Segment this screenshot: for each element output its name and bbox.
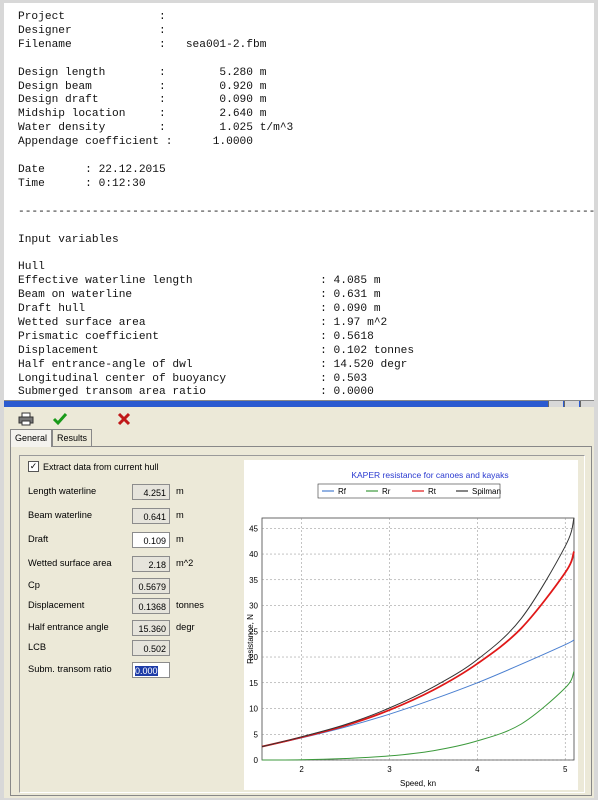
y-tick-label: 0 <box>254 756 259 765</box>
field-label: Cp <box>28 580 40 590</box>
legend-label: Spilman <box>472 487 501 496</box>
print-button[interactable] <box>14 410 38 428</box>
field-unit: m <box>176 510 184 520</box>
tab-general[interactable]: General <box>10 429 53 447</box>
legend-label: Rr <box>382 487 391 496</box>
chart-title: KAPER resistance for canoes and kayaks <box>351 470 508 480</box>
ok-button[interactable] <box>48 410 72 428</box>
legend-label: Rf <box>338 487 347 496</box>
close-button[interactable] <box>580 401 594 407</box>
field-value[interactable]: 0.000 <box>132 662 170 678</box>
tab-results[interactable]: Results <box>52 429 93 446</box>
field-label: Length waterline <box>28 486 97 496</box>
field-label: Beam waterline <box>28 510 93 520</box>
field-label: Half entrance angle <box>28 622 109 632</box>
y-tick-label: 5 <box>254 730 259 739</box>
cross-icon <box>117 412 131 426</box>
field-unit: m <box>176 486 184 496</box>
x-axis-label: Speed, kn <box>400 779 436 788</box>
y-tick-label: 30 <box>249 602 258 611</box>
field-label: Displacement <box>28 600 85 610</box>
x-tick-label: 4 <box>475 765 480 774</box>
y-tick-label: 40 <box>249 550 258 559</box>
field-value[interactable]: 4.251 <box>132 484 170 500</box>
field-unit: degr <box>176 622 195 632</box>
field-label: LCB <box>28 642 47 652</box>
field-value[interactable]: 0.641 <box>132 508 170 524</box>
legend-label: Rt <box>428 487 437 496</box>
checkbox-box[interactable]: ✓ <box>28 461 39 472</box>
resistance-chart: KAPER resistance for canoes and kayaks Rf… <box>244 460 578 790</box>
report-view: Project : Designer : Filename : sea001-2… <box>4 3 594 401</box>
y-tick-label: 10 <box>249 705 258 714</box>
field-unit: m <box>176 534 184 544</box>
y-tick-label: 45 <box>249 524 258 533</box>
field-value[interactable]: 0.1368 <box>132 598 170 614</box>
dialog-titlebar[interactable] <box>4 401 594 407</box>
printer-icon <box>18 412 34 426</box>
x-tick-label: 2 <box>299 765 304 774</box>
report-text: Project : Designer : Filename : sea001-2… <box>18 11 594 399</box>
field-unit: m^2 <box>176 558 194 568</box>
field-value[interactable]: 0.5679 <box>132 578 170 594</box>
field-value[interactable]: 15.360 <box>132 620 170 636</box>
field-label: Draft <box>28 534 49 544</box>
checkmark-icon <box>52 413 68 426</box>
minimize-button[interactable] <box>548 401 563 407</box>
field-label: Subm. transom ratio <box>28 664 112 674</box>
maximize-button[interactable] <box>564 401 579 407</box>
x-tick-label: 3 <box>387 765 392 774</box>
y-axis-label: Resistance, N <box>246 614 255 664</box>
field-label: Wetted surface area <box>28 558 112 568</box>
field-value[interactable]: 0.502 <box>132 640 170 656</box>
cancel-button[interactable] <box>112 410 136 428</box>
field-value[interactable]: 0.109 <box>132 532 170 548</box>
plot-area <box>261 517 575 761</box>
field-value[interactable]: 2.18 <box>132 556 170 572</box>
extract-data-label: Extract data from current hull <box>43 461 159 472</box>
field-unit: tonnes <box>176 600 204 610</box>
y-tick-label: 15 <box>249 679 258 688</box>
extract-data-checkbox[interactable]: ✓ Extract data from current hull <box>28 461 159 472</box>
y-tick-label: 35 <box>249 576 258 585</box>
x-tick-label: 5 <box>563 765 568 774</box>
toolbar <box>4 408 594 430</box>
